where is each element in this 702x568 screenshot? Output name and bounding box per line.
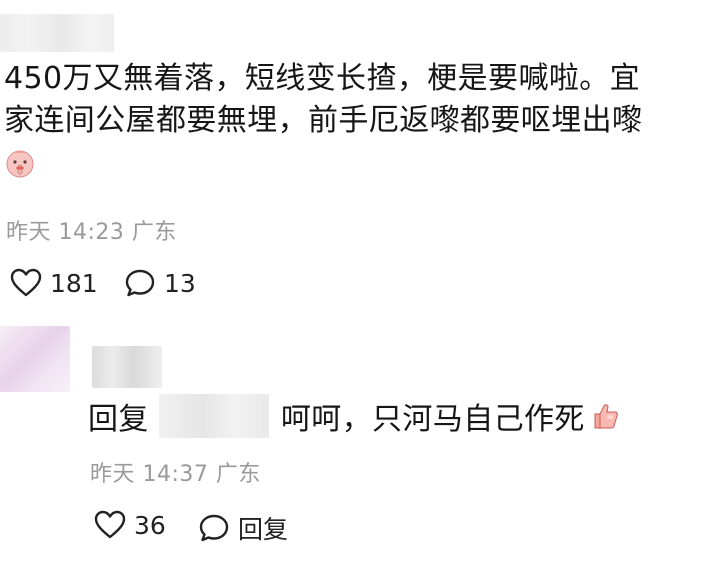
reply-text: 回复 呵呵，只河马自己作死 (88, 394, 621, 438)
like-count: 181 (50, 268, 98, 298)
speech-bubble-icon (198, 513, 230, 543)
comment-text-line1: 450万又無着落，短线变长揸，梗是要喊啦。宜 (4, 61, 641, 96)
comment-button[interactable]: 13 (124, 268, 196, 298)
reply-button[interactable]: 回复 (198, 510, 288, 546)
reply-meta: 昨天 14:37 广东 (90, 462, 261, 487)
replied-user-redacted (158, 394, 269, 438)
like-button[interactable]: 181 (10, 268, 98, 298)
reply-body: 呵呵，只河马自己作死 (280, 402, 585, 437)
reply-like-count: 36 (134, 510, 166, 540)
reply-username-redacted (92, 346, 162, 388)
heart-icon (10, 268, 42, 298)
comment-count: 13 (164, 268, 196, 298)
speech-bubble-icon (124, 268, 156, 298)
thumbs-up-icon (589, 400, 621, 432)
reply-prefix: 回复 (88, 402, 149, 437)
reply-button-label: 回复 (238, 515, 289, 544)
heart-icon (94, 510, 126, 540)
comment-text: 450万又無着落，短线变长揸，梗是要喊啦。宜 家连间公屋都要無埋，前手厄返嚟都要… (4, 58, 698, 184)
shush-face-icon (4, 147, 36, 179)
avatar[interactable] (0, 326, 70, 392)
comment-text-line2: 家连间公屋都要無埋，前手厄返嚟都要呕埋出嚟 (4, 103, 643, 138)
comment-meta: 昨天 14:23 广东 (6, 220, 177, 245)
reply-like-button[interactable]: 36 (94, 510, 166, 540)
username-redacted (0, 14, 114, 52)
